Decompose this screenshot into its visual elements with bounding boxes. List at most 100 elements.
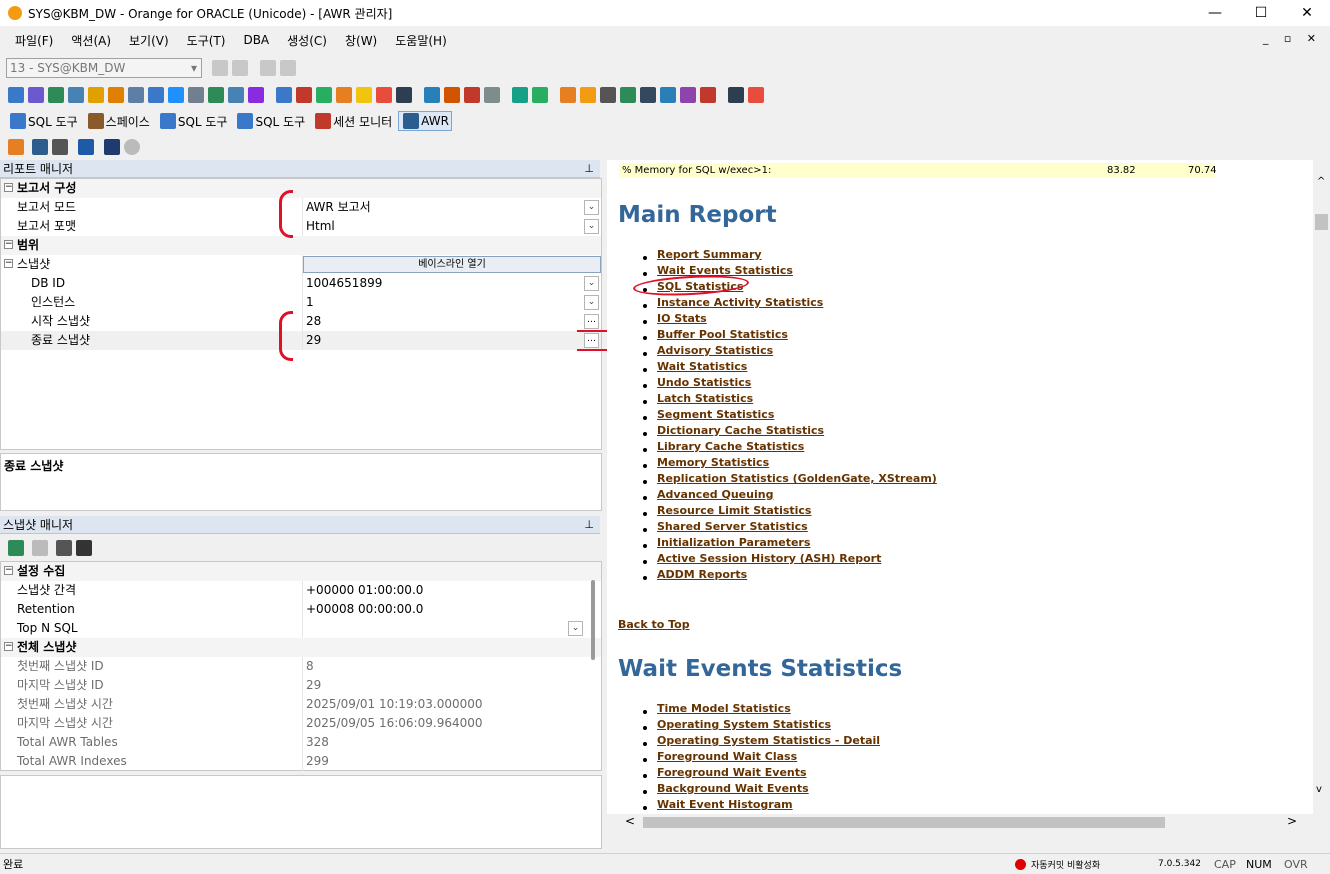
sql-tool-icon[interactable] bbox=[8, 87, 24, 103]
db-icon[interactable] bbox=[128, 87, 144, 103]
retention-row[interactable]: Retention +00008 00:00:00.0 bbox=[1, 600, 601, 619]
ellipsis-button[interactable]: … bbox=[584, 333, 599, 348]
minimize-button[interactable]: — bbox=[1192, 0, 1238, 26]
stop-icon[interactable] bbox=[124, 139, 140, 155]
rollback-icon[interactable] bbox=[280, 60, 296, 76]
report-vertical-scrollbar[interactable]: ^ v bbox=[1313, 160, 1330, 814]
user-icon[interactable] bbox=[108, 87, 124, 103]
chevron-down-icon[interactable]: ⌄ bbox=[568, 621, 583, 636]
run-report-icon[interactable] bbox=[78, 139, 94, 155]
category-range[interactable]: − 범위 bbox=[1, 236, 601, 255]
check-icon[interactable] bbox=[32, 540, 48, 556]
open-baseline-button[interactable]: 베이스라인 열기 bbox=[303, 256, 601, 273]
link-os-stats-detail[interactable]: Operating System Statistics - Detail bbox=[643, 733, 880, 749]
link-memory[interactable]: Memory Statistics bbox=[643, 455, 937, 471]
tab-session-monitor[interactable]: 세션 모니터 bbox=[311, 111, 394, 131]
chevron-left-icon[interactable]: < bbox=[625, 814, 635, 828]
storage-icon[interactable] bbox=[356, 87, 372, 103]
close-button[interactable]: ✕ bbox=[1284, 0, 1330, 26]
ash-icon[interactable] bbox=[396, 87, 412, 103]
scroll-thumb[interactable] bbox=[643, 817, 1165, 828]
schema-icon[interactable] bbox=[188, 87, 204, 103]
pin-icon[interactable]: ⊥ bbox=[584, 516, 594, 534]
checklist-icon[interactable] bbox=[680, 87, 696, 103]
retention-value[interactable]: +00008 00:00:00.0 bbox=[303, 600, 601, 619]
link-advanced-queuing[interactable]: Advanced Queuing bbox=[643, 487, 937, 503]
edit-icon[interactable] bbox=[68, 87, 84, 103]
sql-monitor-icon[interactable] bbox=[276, 87, 292, 103]
security-icon[interactable] bbox=[484, 87, 500, 103]
link-report-summary[interactable]: Report Summary bbox=[643, 247, 937, 263]
link-dictionary-cache[interactable]: Dictionary Cache Statistics bbox=[643, 423, 937, 439]
end-snapshot-row[interactable]: 종료 스냅샷 29… bbox=[1, 331, 601, 350]
instance-row[interactable]: 인스턴스 1 ⌄ bbox=[1, 293, 601, 312]
monitor-icon[interactable] bbox=[728, 87, 744, 103]
interval-row[interactable]: 스냅샷 간격 +00000 01:00:00.0 bbox=[1, 581, 601, 600]
end-snapshot-value[interactable]: 29 bbox=[303, 331, 601, 350]
lock-icon[interactable] bbox=[316, 87, 332, 103]
link-ash-report[interactable]: Active Session History (ASH) Report bbox=[643, 551, 937, 567]
chevron-down-icon[interactable]: ⌄ bbox=[584, 295, 599, 310]
link-fg-wait-class[interactable]: Foreground Wait Class bbox=[643, 749, 880, 765]
link-buffer-pool[interactable]: Buffer Pool Statistics bbox=[643, 327, 937, 343]
chevron-right-icon[interactable]: > bbox=[1287, 814, 1297, 828]
commit-icon[interactable] bbox=[260, 60, 276, 76]
category-all-snapshots[interactable]: − 전체 스냅샷 bbox=[1, 638, 601, 657]
menu-help[interactable]: 도움말(H) bbox=[386, 32, 456, 49]
object-icon[interactable] bbox=[208, 87, 224, 103]
table-icon[interactable] bbox=[168, 87, 184, 103]
link-undo[interactable]: Undo Statistics bbox=[643, 375, 937, 391]
disconnect-icon[interactable] bbox=[232, 60, 248, 76]
report-mode-value[interactable]: AWR 보고서 bbox=[303, 198, 601, 217]
link-bg-wait-events[interactable]: Background Wait Events bbox=[643, 781, 880, 797]
link-addm-reports[interactable]: ADDM Reports bbox=[643, 567, 937, 583]
chevron-up-icon[interactable]: ^ bbox=[1317, 176, 1325, 187]
export-icon[interactable] bbox=[248, 87, 264, 103]
tab-sql-tool-2[interactable]: SQL 도구 bbox=[156, 111, 230, 131]
print-icon[interactable] bbox=[52, 139, 68, 155]
report-mode-row[interactable]: 보고서 모드 AWR 보고서 ⌄ bbox=[1, 198, 601, 217]
menu-view[interactable]: 보기(V) bbox=[120, 32, 178, 49]
menu-tools[interactable]: 도구(T) bbox=[178, 32, 235, 49]
settings-icon[interactable] bbox=[8, 139, 24, 155]
report-horizontal-scrollbar[interactable]: < > bbox=[607, 814, 1313, 831]
link-latch[interactable]: Latch Statistics bbox=[643, 391, 937, 407]
link-wait-statistics[interactable]: Wait Statistics bbox=[643, 359, 937, 375]
menu-dba[interactable]: DBA bbox=[234, 33, 278, 47]
dbid-value[interactable]: 1004651899 bbox=[303, 274, 601, 293]
collapse-icon[interactable]: − bbox=[4, 183, 13, 192]
mdi-controls[interactable]: _ ▫ ✕ bbox=[1263, 32, 1322, 45]
link-init-params[interactable]: Initialization Parameters bbox=[643, 535, 937, 551]
instance-icon[interactable] bbox=[336, 87, 352, 103]
menu-window[interactable]: 창(W) bbox=[336, 32, 386, 49]
edit-icon[interactable] bbox=[76, 540, 92, 556]
tab-space[interactable]: 스페이스 bbox=[84, 111, 152, 131]
compare-icon[interactable] bbox=[512, 87, 528, 103]
grid-icon[interactable] bbox=[600, 87, 616, 103]
topn-row[interactable]: Top N SQL ⌄ bbox=[1, 619, 601, 638]
report-format-row[interactable]: 보고서 포맷 Html ⌄ bbox=[1, 217, 601, 236]
ellipsis-button[interactable]: … bbox=[584, 314, 599, 329]
link-resource-limit[interactable]: Resource Limit Statistics bbox=[643, 503, 937, 519]
chevron-down-icon[interactable]: ⌄ bbox=[584, 200, 599, 215]
tab-sql-tool-3[interactable]: SQL 도구 bbox=[233, 111, 307, 131]
maximize-button[interactable]: ☐ bbox=[1238, 0, 1284, 26]
refresh-icon[interactable] bbox=[8, 540, 24, 556]
start-snapshot-value[interactable]: 28 bbox=[303, 312, 601, 331]
wait-icon[interactable] bbox=[376, 87, 392, 103]
link-shared-server[interactable]: Shared Server Statistics bbox=[643, 519, 937, 535]
grid-scrollbar[interactable] bbox=[591, 580, 595, 660]
stats-icon[interactable] bbox=[444, 87, 460, 103]
describe-icon[interactable] bbox=[228, 87, 244, 103]
back-to-top-link[interactable]: Back to Top bbox=[618, 618, 690, 631]
collapse-icon[interactable]: − bbox=[4, 240, 13, 249]
tuning-icon[interactable] bbox=[88, 87, 104, 103]
dbid-row[interactable]: DB ID 1004651899 ⌄ bbox=[1, 274, 601, 293]
collapse-icon[interactable]: − bbox=[4, 259, 13, 268]
topn-value[interactable] bbox=[303, 619, 601, 638]
connection-combo[interactable]: 13 - SYS@KBM_DW bbox=[6, 58, 202, 78]
search-icon[interactable] bbox=[148, 87, 164, 103]
link-wait-histogram[interactable]: Wait Event Histogram bbox=[643, 797, 880, 813]
menu-action[interactable]: 액션(A) bbox=[62, 32, 120, 49]
activity-icon[interactable] bbox=[104, 139, 120, 155]
